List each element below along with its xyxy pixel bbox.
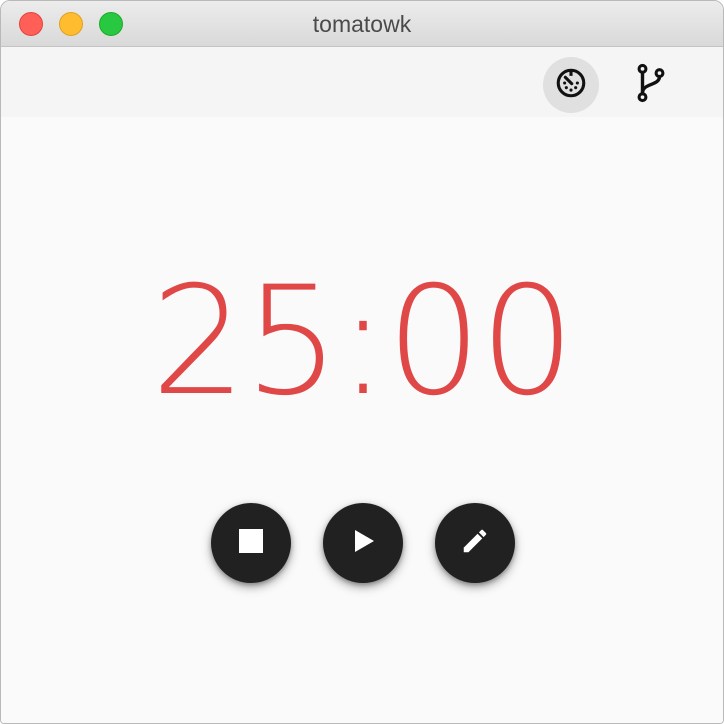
- source-branch-icon: [634, 63, 668, 108]
- timer-display: 25:00: [150, 255, 575, 429]
- title-bar[interactable]: tomatowk: [1, 1, 723, 47]
- toolbar: [1, 47, 723, 117]
- window-title: tomatowk: [312, 11, 412, 37]
- edit-button[interactable]: [435, 503, 515, 583]
- timer-controls: [1, 503, 723, 583]
- timer-view: 25:00: [1, 117, 723, 723]
- stop-icon: [238, 528, 264, 559]
- pencil-icon: [460, 526, 490, 561]
- stop-button[interactable]: [211, 503, 291, 583]
- timer-tab-button[interactable]: [543, 57, 599, 113]
- play-icon: [349, 527, 377, 560]
- source-branch-button[interactable]: [623, 57, 679, 113]
- app-window: tomatowk 25:00: [0, 0, 724, 724]
- play-button[interactable]: [323, 503, 403, 583]
- timer-icon: [554, 66, 588, 105]
